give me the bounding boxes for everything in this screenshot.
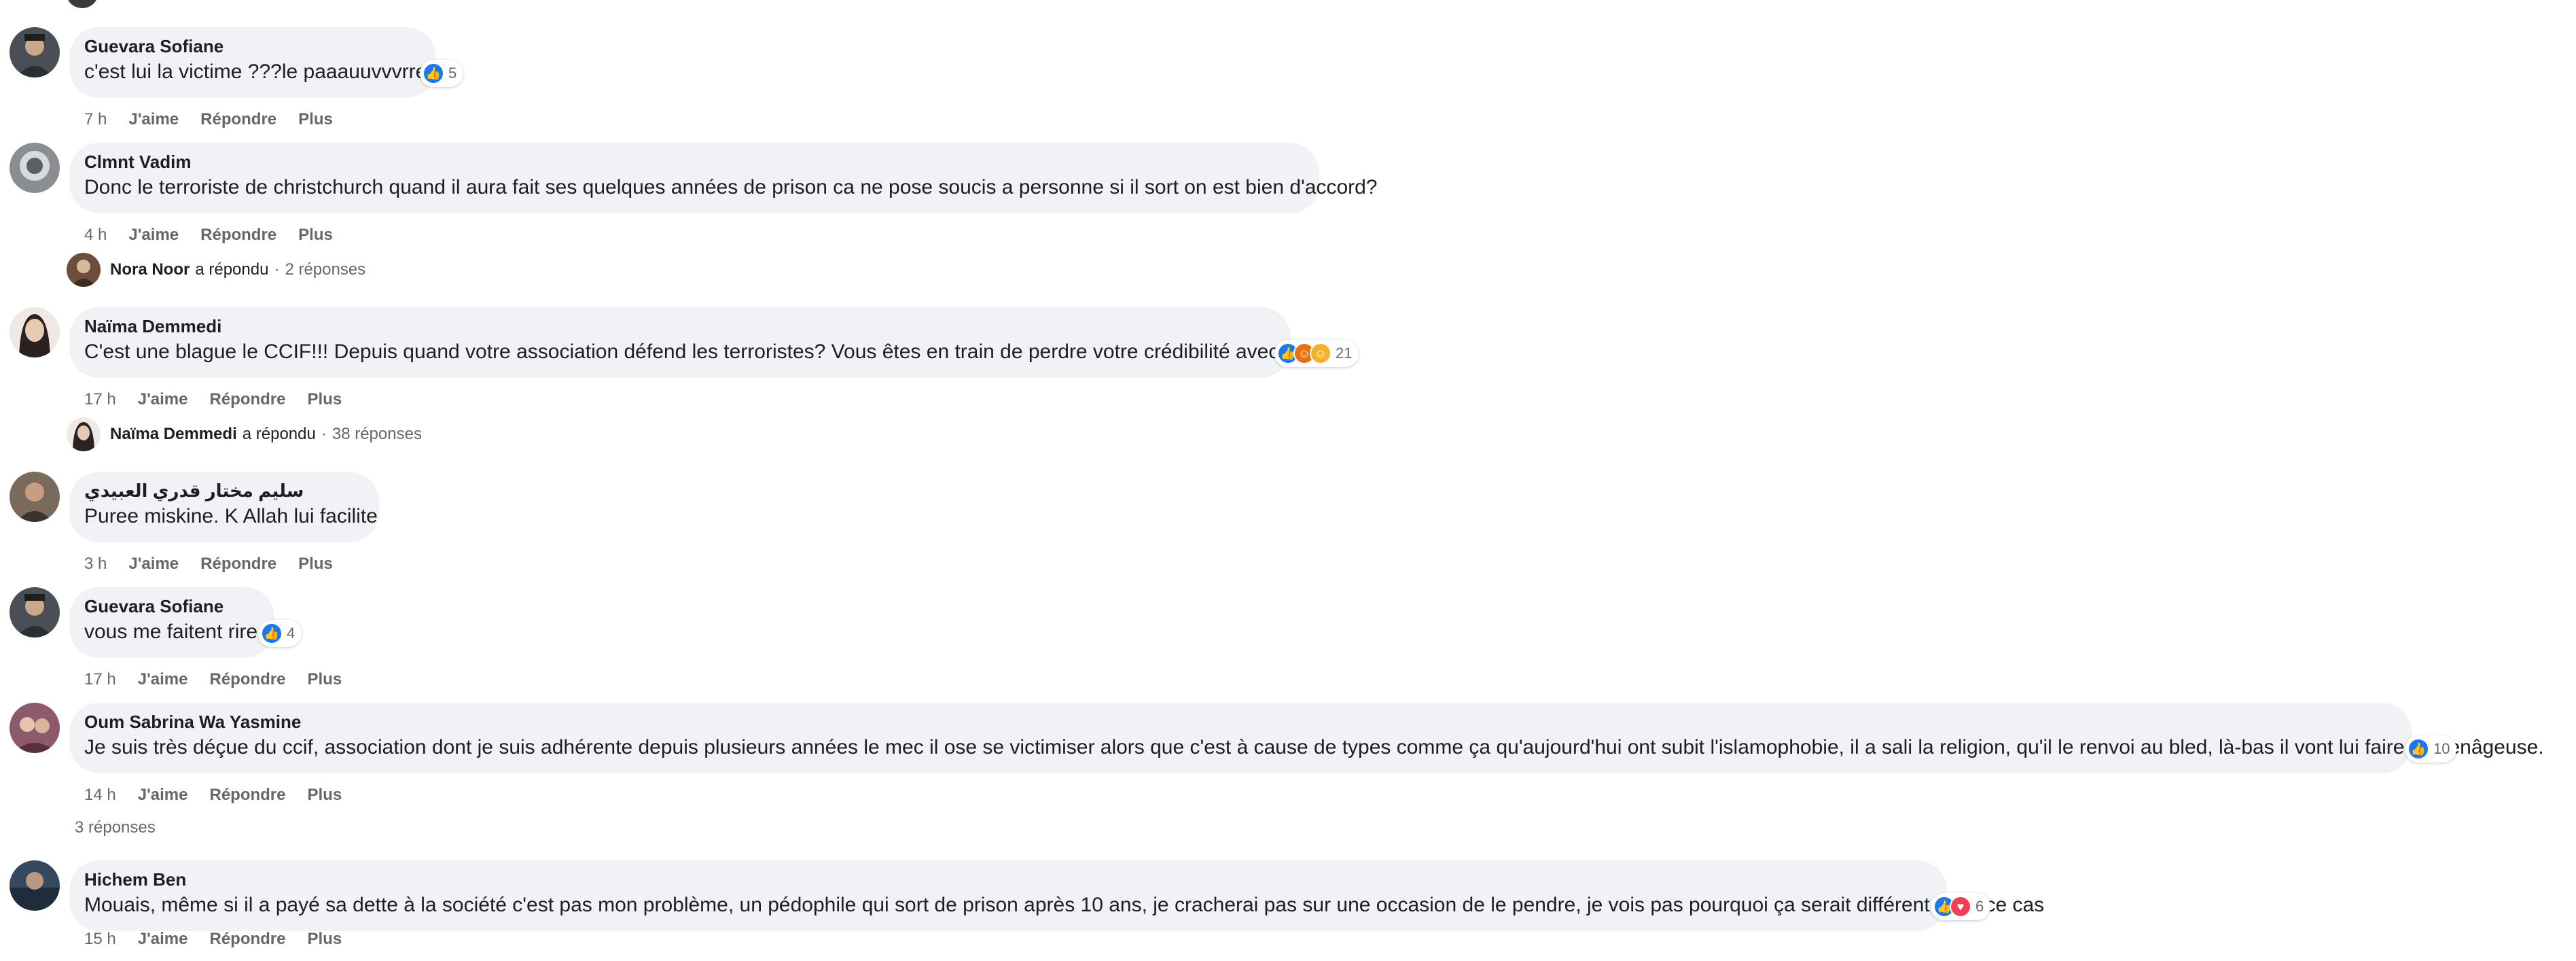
- reaction-count: 5: [448, 65, 457, 82]
- reaction-count: 21: [1336, 345, 1353, 362]
- reply-button[interactable]: Répondre: [209, 389, 285, 410]
- comment-actions: 7 h J'aime Répondre Plus: [84, 109, 355, 130]
- comment-author[interactable]: Hichem Ben: [84, 867, 1932, 892]
- avatar[interactable]: [10, 27, 60, 77]
- separator: ·: [321, 425, 327, 443]
- like-button[interactable]: J'aime: [128, 109, 179, 130]
- comment-actions: 14 h J'aime Répondre Plus: [84, 784, 363, 806]
- comment-bubble: Naïma Demmedi C'est une blague le CCIF!!…: [69, 307, 1349, 378]
- reply-verb: a répondu: [195, 260, 269, 279]
- haha-icon: ☺: [1310, 343, 1331, 364]
- comment-text: vous me faitent rire !: [84, 621, 269, 643]
- comment-author[interactable]: Clmnt Vadim: [84, 150, 1304, 174]
- love-icon: ♥: [1950, 896, 1971, 918]
- comment-feed: Guevara Sofiane c'est lui la victime ???…: [0, 0, 2576, 961]
- avatar[interactable]: [10, 472, 60, 522]
- comment-author[interactable]: Oum Sabrina Wa Yasmine: [84, 710, 2397, 734]
- like-icon: 👍: [2408, 738, 2429, 760]
- comment-actions: 15 h J'aime Répondre Plus: [84, 928, 363, 950]
- avatar[interactable]: [10, 587, 60, 637]
- comment-time[interactable]: 3 h: [84, 553, 107, 575]
- comment-time[interactable]: 4 h: [84, 224, 107, 246]
- comment-author[interactable]: سليم مختار قدري العبيدي: [84, 478, 304, 503]
- more-button[interactable]: Plus: [308, 389, 342, 410]
- comment-author[interactable]: Guevara Sofiane: [84, 594, 260, 618]
- more-button[interactable]: Plus: [308, 928, 342, 950]
- comment-actions: 17 h J'aime Répondre Plus: [84, 389, 363, 410]
- avatar[interactable]: [10, 703, 60, 753]
- comment-text: Donc le terroriste de christchurch quand…: [84, 176, 1378, 198]
- comment-bubble: Oum Sabrina Wa Yasmine Je suis très déçu…: [69, 703, 2544, 773]
- comment-text: Puree miskine. K Allah lui facilite: [84, 505, 378, 527]
- avatar[interactable]: [10, 143, 60, 193]
- reaction-summary[interactable]: 👍 10: [2405, 735, 2457, 763]
- reply-button[interactable]: Répondre: [209, 928, 285, 950]
- more-button[interactable]: Plus: [298, 109, 333, 130]
- like-button[interactable]: J'aime: [138, 389, 188, 410]
- reaction-summary[interactable]: 👍 4: [258, 620, 302, 647]
- comment-author[interactable]: Naïma Demmedi: [84, 314, 1276, 338]
- reply-button[interactable]: Répondre: [200, 553, 276, 575]
- comment-bubble: Hichem Ben Mouais, même si il a payé sa …: [69, 860, 2045, 931]
- reply-verb: a répondu: [242, 425, 316, 443]
- more-button[interactable]: Plus: [298, 224, 333, 246]
- comment-bubble: سليم مختار قدري العبيدي Puree miskine. K…: [69, 472, 379, 542]
- reply-count[interactable]: 2 réponses: [285, 259, 365, 281]
- reply-author[interactable]: Naïma Demmedi: [110, 423, 237, 445]
- view-replies-link[interactable]: 3 réponses: [75, 818, 156, 837]
- reply-summary[interactable]: Nora Noor a répondu · 2 réponses: [67, 253, 365, 287]
- comment-bubble: Clmnt Vadim Donc le terroriste de christ…: [69, 143, 1378, 213]
- like-button[interactable]: J'aime: [128, 553, 179, 575]
- like-button[interactable]: J'aime: [138, 928, 188, 950]
- reaction-count: 6: [1975, 898, 1984, 915]
- comment-bubble: Guevara Sofiane vous me faitent rire !: [69, 587, 274, 658]
- like-button[interactable]: J'aime: [128, 224, 179, 246]
- comment-time[interactable]: 17 h: [84, 669, 116, 691]
- separator: ·: [274, 260, 280, 279]
- reaction-summary[interactable]: 👍 ♥ 6: [1931, 893, 1991, 920]
- reply-avatar: [67, 253, 101, 287]
- more-button[interactable]: Plus: [308, 669, 342, 691]
- comment-author[interactable]: Guevara Sofiane: [84, 34, 421, 58]
- reaction-summary[interactable]: 👍 ☺ ☺ 21: [1274, 340, 1359, 367]
- comment-bubble: Guevara Sofiane c'est lui la victime ???…: [69, 27, 438, 98]
- like-button[interactable]: J'aime: [138, 784, 188, 806]
- reply-button[interactable]: Répondre: [209, 669, 285, 691]
- more-button[interactable]: Plus: [308, 784, 342, 806]
- comment-time[interactable]: 17 h: [84, 389, 116, 410]
- like-button[interactable]: J'aime: [138, 669, 188, 691]
- comment-actions: 17 h J'aime Répondre Plus: [84, 669, 363, 691]
- like-icon: 👍: [261, 623, 283, 644]
- reply-author[interactable]: Nora Noor: [110, 259, 190, 281]
- reply-button[interactable]: Répondre: [200, 224, 276, 246]
- reply-avatar: [67, 417, 101, 451]
- comment-actions: 3 h J'aime Répondre Plus: [84, 553, 355, 575]
- reaction-summary[interactable]: 👍 5: [420, 60, 464, 87]
- reply-button[interactable]: Répondre: [209, 784, 285, 806]
- comment-actions: 4 h J'aime Répondre Plus: [84, 224, 355, 246]
- avatar[interactable]: [10, 307, 60, 357]
- avatar[interactable]: [10, 860, 60, 911]
- comment-text: C'est une blague le CCIF!!! Depuis quand…: [84, 340, 1349, 363]
- like-icon: 👍: [423, 63, 444, 84]
- avatar-partial: [67, 0, 98, 8]
- comment-text: c'est lui la victime ???le paaauuvvvrre!…: [84, 60, 438, 83]
- reply-count[interactable]: 38 réponses: [332, 423, 422, 445]
- comment-time[interactable]: 15 h: [84, 928, 116, 950]
- reply-button[interactable]: Répondre: [200, 109, 276, 130]
- reaction-count: 4: [287, 625, 296, 642]
- comment-text: Je suis très déçue du ccif, association …: [84, 736, 2544, 758]
- comment-time[interactable]: 7 h: [84, 109, 107, 130]
- comment-text: Mouais, même si il a payé sa dette à la …: [84, 894, 2045, 916]
- reaction-count: 10: [2433, 740, 2450, 757]
- comment-time[interactable]: 14 h: [84, 784, 116, 806]
- more-button[interactable]: Plus: [298, 553, 333, 575]
- reply-summary[interactable]: Naïma Demmedi a répondu · 38 réponses: [67, 417, 422, 451]
